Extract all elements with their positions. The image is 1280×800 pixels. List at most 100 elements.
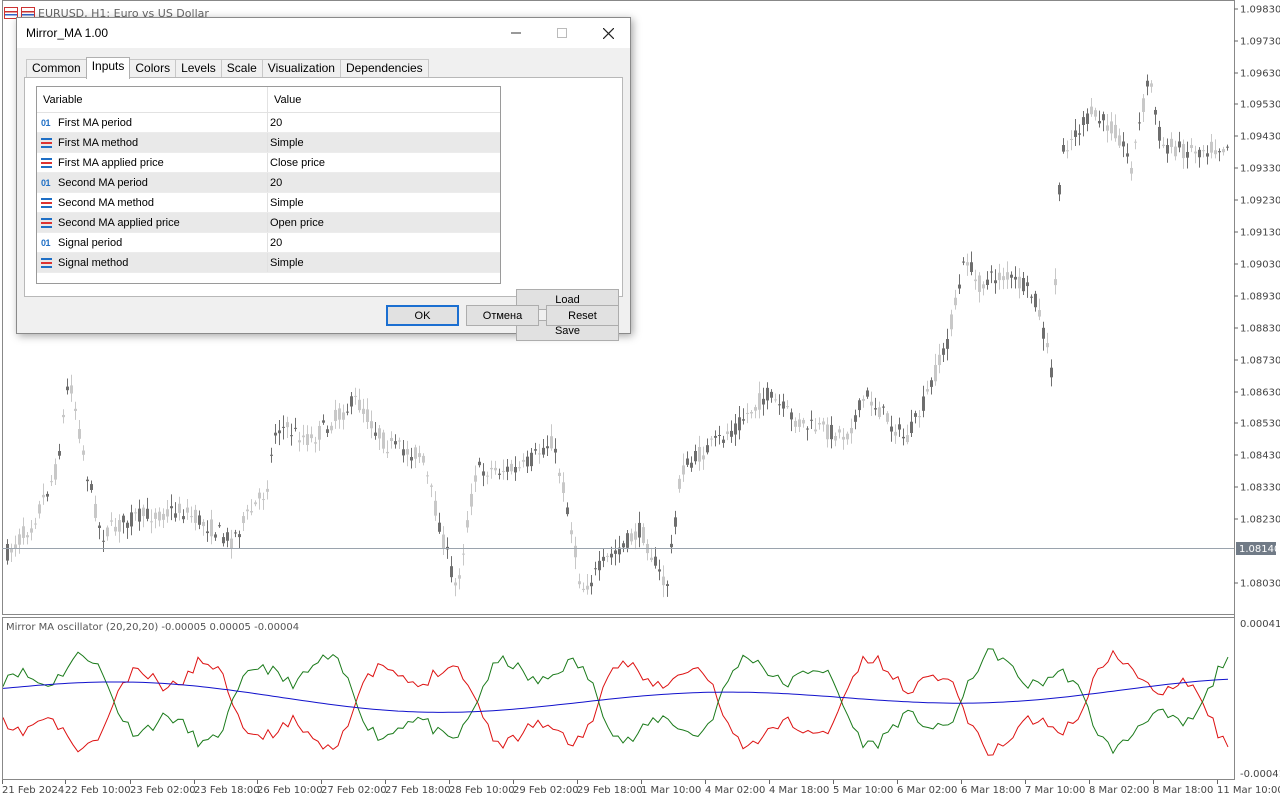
candle-body <box>130 512 133 527</box>
candle-body <box>86 479 89 482</box>
candle-body <box>718 435 721 437</box>
candle-body <box>742 419 745 421</box>
tab-levels[interactable]: Levels <box>175 59 222 78</box>
candle-body <box>522 459 525 462</box>
candle-body <box>246 509 249 512</box>
value-cell[interactable]: Simple <box>268 197 304 209</box>
value-cell[interactable]: Simple <box>268 137 304 149</box>
candle-body <box>374 432 377 436</box>
enum-type-icon <box>41 217 53 228</box>
tab-inputs[interactable]: Inputs <box>85 57 131 79</box>
candle-body <box>894 431 897 436</box>
cancel-button[interactable]: Отмена <box>466 305 539 326</box>
price-tick-label: 1.09230 <box>1240 196 1280 207</box>
candle-body <box>414 447 417 459</box>
table-row[interactable]: Second MA method Simple <box>37 193 500 213</box>
column-header-variable[interactable]: Variable <box>37 87 268 112</box>
candle-body <box>942 348 945 355</box>
tab-colors[interactable]: Colors <box>129 59 177 78</box>
table-row[interactable]: 01 Second MA period 20 <box>37 173 500 193</box>
candle-body <box>190 516 193 518</box>
variable-name: Second MA applied price <box>58 216 180 229</box>
column-header-value[interactable]: Value <box>268 87 307 112</box>
tab-common[interactable]: Common <box>26 59 87 78</box>
candle-body <box>1034 293 1037 308</box>
candle-body <box>122 515 125 523</box>
candle-body <box>46 493 49 497</box>
candle-body <box>346 411 349 413</box>
time-tick-label: 28 Feb 10:00 <box>449 785 515 796</box>
candle-body <box>266 488 269 492</box>
candle-body <box>26 535 29 538</box>
table-row[interactable]: First MA method Simple <box>37 133 500 153</box>
table-row[interactable]: First MA applied price Close price <box>37 153 500 173</box>
candle-body <box>6 544 9 561</box>
integer-type-icon: 01 <box>41 237 51 248</box>
candle-body <box>90 484 93 490</box>
candle-body <box>1106 125 1109 131</box>
candle-body <box>510 463 513 472</box>
candle-body <box>1198 149 1201 158</box>
reset-button[interactable]: Reset <box>546 305 619 326</box>
candle-body <box>34 523 37 525</box>
candle-body <box>682 465 685 475</box>
candle-body <box>362 408 365 414</box>
candle-body <box>986 279 989 285</box>
candle-body <box>494 467 497 471</box>
variable-cell: 01 Signal period <box>37 233 268 252</box>
variable-cell: 01 Second MA period <box>37 173 268 192</box>
candle-body <box>502 470 505 473</box>
candle-body <box>938 354 941 366</box>
candle-body <box>50 481 53 483</box>
oscillator-layer <box>2 648 1229 756</box>
candle-body <box>1090 106 1093 115</box>
inputs-tab-panel: Variable Value 01 First MA period 20 First … <box>24 77 623 341</box>
table-row[interactable]: 01 Signal period 20 <box>37 233 500 253</box>
candle-body <box>170 506 173 509</box>
candle-body <box>174 513 177 518</box>
candle-body <box>890 426 893 432</box>
candle-body <box>966 262 969 266</box>
candle-body <box>826 424 829 440</box>
candle-body <box>206 531 209 534</box>
value-cell[interactable]: Open price <box>268 217 324 229</box>
candle-body <box>1158 126 1161 141</box>
candle-body <box>1058 185 1061 195</box>
table-row[interactable]: Signal method Simple <box>37 253 500 273</box>
value-cell[interactable]: Simple <box>268 257 304 269</box>
value-cell[interactable]: 20 <box>268 237 282 249</box>
value-cell[interactable]: Close price <box>268 157 325 169</box>
candle-body <box>834 435 837 441</box>
candle-body <box>162 513 165 520</box>
candle-body <box>334 409 337 421</box>
candle-body <box>1098 120 1101 124</box>
value-cell[interactable]: 20 <box>268 177 282 189</box>
candle-body <box>406 448 409 455</box>
candle-body <box>382 432 385 449</box>
tab-scale[interactable]: Scale <box>220 59 263 78</box>
candle-body <box>422 455 425 463</box>
table-row[interactable]: Second MA applied price Open price <box>37 213 500 233</box>
candle-body <box>550 436 553 449</box>
tab-dependencies[interactable]: Dependencies <box>339 59 429 78</box>
candle-body <box>726 431 729 435</box>
minimize-button[interactable] <box>493 18 539 48</box>
candle-body <box>694 451 697 462</box>
close-button[interactable] <box>585 18 631 48</box>
ok-button[interactable]: OK <box>386 305 459 326</box>
candle-body <box>930 380 933 387</box>
candle-body <box>314 442 317 444</box>
tab-visualization[interactable]: Visualization <box>261 59 341 78</box>
candle-body <box>746 412 749 414</box>
variable-cell: 01 First MA period <box>37 113 268 132</box>
candle-body <box>274 432 277 436</box>
candle-body <box>674 517 677 527</box>
candle-body <box>82 450 85 455</box>
value-cell[interactable]: 20 <box>268 117 282 129</box>
candle-body <box>438 522 441 532</box>
table-row[interactable]: 01 First MA period 20 <box>37 113 500 133</box>
candle-body <box>278 430 281 434</box>
candle-body <box>606 555 609 557</box>
candle-body <box>214 534 217 538</box>
dialog-titlebar[interactable]: Mirror_MA 1.00 <box>17 18 630 48</box>
